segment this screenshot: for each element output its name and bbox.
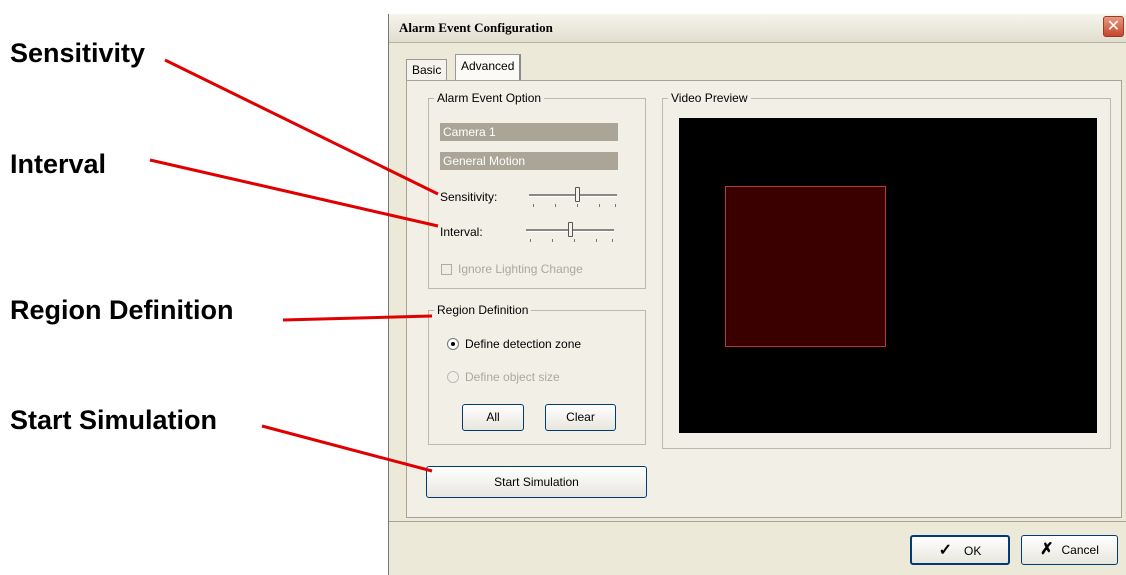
close-icon: ✕ — [1106, 18, 1121, 35]
video-preview-area[interactable] — [679, 118, 1097, 433]
clear-button[interactable]: Clear — [545, 404, 616, 431]
cancel-label: Cancel — [1061, 543, 1099, 557]
advanced-tab-panel: Alarm Event Option Camera 1 General Moti… — [406, 80, 1122, 518]
region-definition-group: Region Definition Define detection zone … — [428, 303, 646, 445]
interval-label: Interval: — [440, 225, 483, 239]
define-detection-zone-label[interactable]: Define detection zone — [465, 337, 581, 351]
alarm-event-option-group: Alarm Event Option Camera 1 General Moti… — [428, 91, 646, 289]
event-type-field: General Motion — [440, 152, 618, 170]
ok-label: OK — [964, 544, 982, 558]
tab-advanced[interactable]: Advanced — [455, 54, 522, 81]
cancel-button[interactable]: ✗ Cancel — [1021, 535, 1118, 565]
video-preview-legend: Video Preview — [668, 91, 751, 105]
x-mark-icon: ✗ — [1040, 541, 1054, 558]
callout-region-definition: Region Definition — [10, 295, 234, 325]
ignore-lighting-checkbox[interactable] — [441, 264, 452, 275]
sensitivity-slider-thumb[interactable] — [575, 187, 580, 202]
title-bar: Alarm Event Configuration ✕ — [389, 14, 1126, 43]
close-button[interactable]: ✕ — [1103, 16, 1124, 37]
checkmark-icon: ✓ — [938, 542, 953, 559]
alarm-event-configuration-dialog: Alarm Event Configuration ✕ Basic Advanc… — [388, 14, 1126, 575]
detection-zone-rect[interactable] — [725, 186, 886, 347]
ignore-lighting-label: Ignore Lighting Change — [458, 262, 583, 276]
interval-slider-thumb[interactable] — [568, 222, 573, 237]
window-title: Alarm Event Configuration — [399, 20, 553, 35]
define-object-size-label[interactable]: Define object size — [465, 370, 560, 384]
define-object-size-radio[interactable] — [447, 371, 459, 383]
callout-start-simulation: Start Simulation — [10, 405, 218, 435]
start-simulation-button[interactable]: Start Simulation — [426, 466, 647, 498]
footer-divider — [389, 521, 1126, 522]
ok-button[interactable]: ✓ OK — [910, 535, 1010, 565]
region-definition-legend: Region Definition — [434, 303, 532, 317]
callout-sensitivity: Sensitivity — [10, 38, 146, 68]
define-detection-zone-radio[interactable] — [447, 338, 459, 350]
camera-field: Camera 1 — [440, 123, 618, 141]
all-button[interactable]: All — [462, 404, 524, 431]
video-preview-group: Video Preview — [662, 91, 1111, 449]
callout-interval: Interval — [10, 149, 107, 179]
interval-slider[interactable] — [526, 221, 614, 243]
sensitivity-label: Sensitivity: — [440, 190, 498, 204]
sensitivity-slider[interactable] — [529, 186, 617, 208]
tab-basic[interactable]: Basic — [406, 59, 448, 80]
alarm-event-option-legend: Alarm Event Option — [434, 91, 545, 105]
